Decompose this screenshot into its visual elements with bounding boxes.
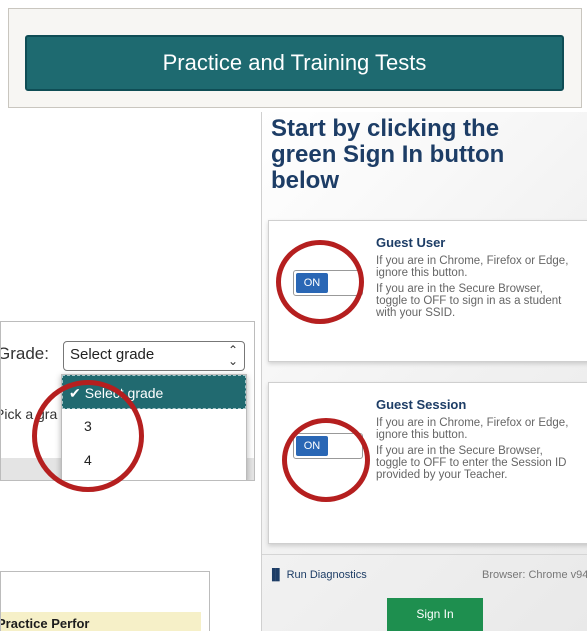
guest-user-text-2: If you are in the Secure Browser, toggle… [376,283,562,319]
grade-hint: Pick a gra [0,406,58,422]
practice-tests-panel: Practice and Training Tests [8,8,582,108]
guest-session-title: Guest Session [376,397,467,412]
grade-select-value: Select grade [70,346,155,363]
signin-heading: Start by clicking the green Sign In butt… [271,115,505,194]
guest-session-toggle[interactable]: ON [293,433,363,459]
practice-performance-label: Practice Perfor [0,616,90,631]
sign-in-button[interactable]: Sign In [387,598,483,631]
grade-panel: Grade: Select grade ⌃ ⌄ Pick a gra ✔ Selec… [0,321,255,481]
practice-tests-button[interactable]: Practice and Training Tests [25,35,564,91]
guest-session-text-2: If you are in the Secure Browser, toggle… [376,445,567,481]
grade-option-label: Select grade [84,385,164,401]
grade-dropdown: ✔ Select grade 3 4 [61,374,247,480]
toggle-on-label: ON [296,273,328,293]
grade-label: Grade: [0,344,49,363]
grade-option-select[interactable]: ✔ Select grade [62,375,246,409]
checkmark-icon: ✔ [69,385,81,401]
guest-user-toggle[interactable]: ON [293,270,363,296]
guest-user-text-1: If you are in Chrome, Firefox or Edge, i… [376,255,569,279]
practice-performance-panel: Practice Perfor [0,571,210,631]
browser-version: Browser: Chrome v94 [482,569,587,581]
diagnostics-bar: ▐▌ Run Diagnostics Browser: Chrome v94 [262,554,587,595]
run-diagnostics-label: Run Diagnostics [286,569,367,581]
grade-select[interactable]: Select grade ⌃ ⌄ [63,341,245,371]
guest-session-text-1: If you are in Chrome, Firefox or Edge, i… [376,417,569,441]
bar-chart-icon: ▐▌ [268,569,284,581]
guest-session-card: ON Guest Session If you are in Chrome, F… [268,382,587,544]
select-chevron-icon: ⌃ ⌄ [227,343,238,368]
run-diagnostics-link[interactable]: ▐▌ Run Diagnostics [268,569,367,581]
guest-user-title: Guest User [376,235,446,250]
signin-panel: Start by clicking the green Sign In butt… [261,112,587,631]
guest-user-card: ON Guest User If you are in Chrome, Fire… [268,220,587,362]
grade-option-4[interactable]: 4 [62,443,246,477]
grade-option-3[interactable]: 3 [62,409,246,443]
toggle-on-label: ON [296,436,328,456]
